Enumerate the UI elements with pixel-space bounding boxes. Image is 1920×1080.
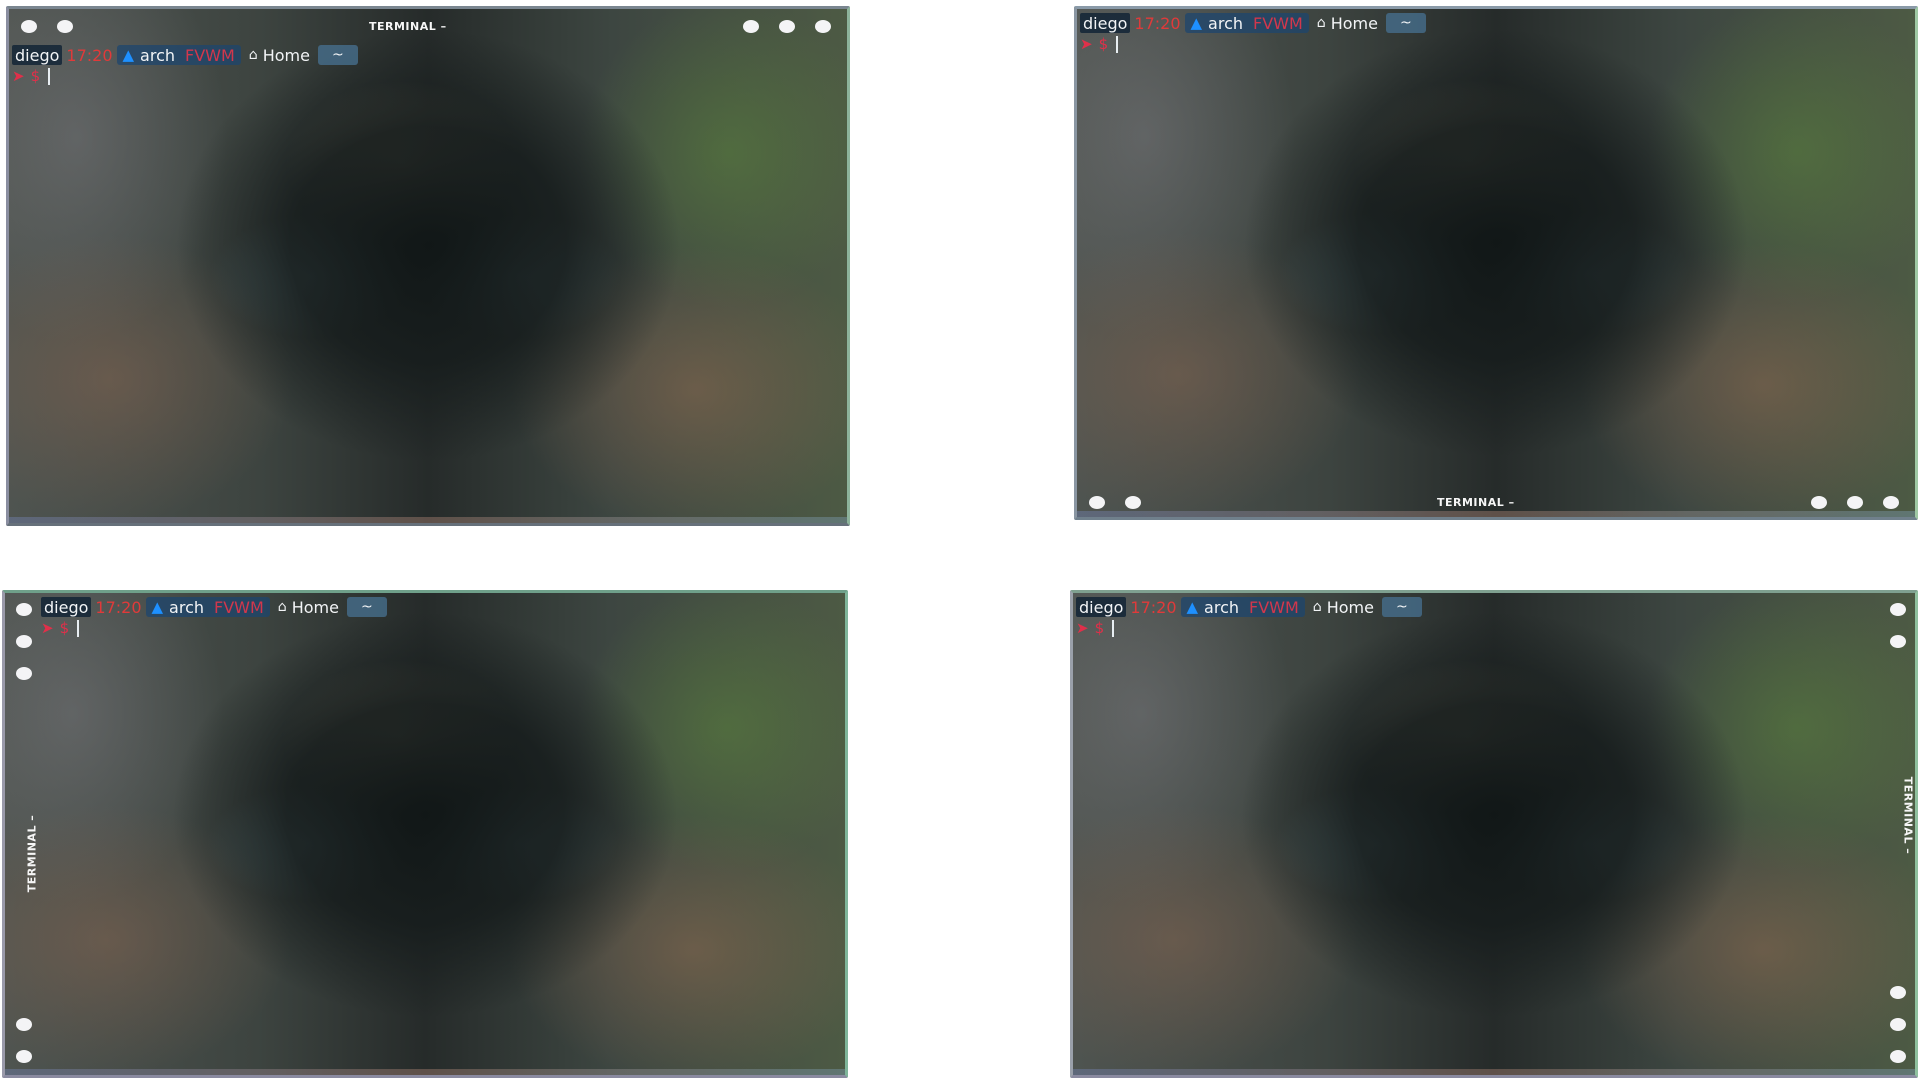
prompt-wm: FVWM [1253,13,1303,33]
prompt-user: diego [12,45,63,65]
prompt-os-segment: ▲ arch FVWM [145,597,270,617]
arch-linux-icon: ▲ [122,46,135,64]
shell-prompt[interactable]: diego 17:20 ▲ arch FVWM ⌂ Home ~ ➤ $ [1080,12,1426,54]
prompt-home-segment: ⌂ Home [270,597,347,617]
text-cursor [48,67,51,85]
titlebar-button-circle-icon[interactable] [1890,603,1906,616]
window-title: TERMINAL – [25,814,39,893]
prompt-home-segment: ⌂ Home [1309,13,1386,33]
prompt-dir: Home [291,597,339,617]
shell-prompt[interactable]: diego 17:20 ▲ arch FVWM ⌂ Home ~ ➤ $ [1076,596,1422,638]
terminal-window-bottom-titlebar[interactable]: diego 17:20 ▲ arch FVWM ⌂ Home ~ ➤ $ TER… [1074,6,1918,520]
prompt-user: diego [41,597,92,617]
arch-linux-icon: ▲ [1186,598,1199,616]
maximize-button[interactable] [1847,496,1863,509]
prompt-time: 17:20 [66,45,113,65]
prompt-home-segment: ⌂ Home [241,45,318,65]
titlebar-button-circle-icon[interactable] [16,667,32,680]
terminal-window-right-titlebar[interactable]: diego 17:20 ▲ arch FVWM ⌂ Home ~ ➤ $ TER… [1070,590,1918,1078]
shell-prompt[interactable]: diego 17:20 ▲ arch FVWM ⌂ Home ~ ➤ $ [41,596,387,638]
maximize-button[interactable] [779,20,795,33]
home-icon: ⌂ [1316,15,1326,31]
minimize-button[interactable] [16,1018,32,1031]
prompt-symbol: $ [59,619,70,637]
arrow-right-icon: ➤ [41,619,54,637]
minimize-button[interactable] [1811,496,1827,509]
prompt-path: ~ [1381,597,1422,617]
titlebar-button-circle-icon[interactable] [1089,496,1105,509]
prompt-dir: Home [262,45,310,65]
terminal-window-top-titlebar[interactable]: TERMINAL – diego 17:20 ▲ arch FVWM ⌂ Hom… [6,6,850,526]
prompt-os: arch [140,45,176,65]
close-button[interactable] [16,1050,32,1063]
prompt-path: ~ [317,45,358,65]
prompt-symbol: $ [1098,35,1109,53]
minimize-button[interactable] [1890,986,1906,999]
text-cursor [1112,619,1115,637]
home-icon: ⌂ [277,599,287,615]
home-icon: ⌂ [248,47,258,63]
arrow-right-icon: ➤ [1076,619,1089,637]
terminal-window-left-titlebar[interactable]: TERMINAL – diego 17:20 ▲ arch FVWM ⌂ Hom… [2,590,848,1078]
prompt-os-segment: ▲ arch FVWM [1184,13,1309,33]
prompt-symbol: $ [30,67,41,85]
prompt-home-segment: ⌂ Home [1305,597,1382,617]
prompt-time: 17:20 [1130,597,1177,617]
arch-linux-icon: ▲ [151,598,164,616]
window-title: TERMINAL – [1901,776,1915,855]
titlebar-button-circle-icon[interactable] [21,20,37,33]
maximize-button[interactable] [1890,1018,1906,1031]
close-button[interactable] [815,20,831,33]
close-button[interactable] [1883,496,1899,509]
prompt-wm: FVWM [1249,597,1299,617]
prompt-os: arch [1208,13,1244,33]
text-cursor [77,619,80,637]
prompt-symbol: $ [1094,619,1105,637]
arch-linux-icon: ▲ [1190,14,1203,32]
text-cursor [1116,35,1119,53]
titlebar-button-circle-icon[interactable] [1890,635,1906,648]
prompt-user: diego [1080,13,1131,33]
prompt-user: diego [1076,597,1127,617]
minimize-button[interactable] [743,20,759,33]
window-title: TERMINAL – [369,20,447,33]
prompt-dir: Home [1330,13,1378,33]
prompt-os-segment: ▲ arch FVWM [116,45,241,65]
arrow-right-icon: ➤ [1080,35,1093,53]
window-title: TERMINAL – [1437,496,1515,509]
shell-prompt[interactable]: diego 17:20 ▲ arch FVWM ⌂ Home ~ ➤ $ [12,44,358,86]
prompt-path: ~ [1385,13,1426,33]
close-button[interactable] [1890,1050,1906,1063]
prompt-os: arch [169,597,205,617]
prompt-dir: Home [1326,597,1374,617]
titlebar-button-circle-icon[interactable] [57,20,73,33]
titlebar-button-circle-icon[interactable] [16,603,32,616]
prompt-wm: FVWM [214,597,264,617]
prompt-path: ~ [346,597,387,617]
prompt-time: 17:20 [1134,13,1181,33]
prompt-wm: FVWM [185,45,235,65]
home-icon: ⌂ [1312,599,1322,615]
titlebar-button-circle-icon[interactable] [16,635,32,648]
arrow-right-icon: ➤ [12,67,25,85]
prompt-os-segment: ▲ arch FVWM [1180,597,1305,617]
titlebar-button-circle-icon[interactable] [1125,496,1141,509]
prompt-time: 17:20 [95,597,142,617]
prompt-os: arch [1204,597,1240,617]
